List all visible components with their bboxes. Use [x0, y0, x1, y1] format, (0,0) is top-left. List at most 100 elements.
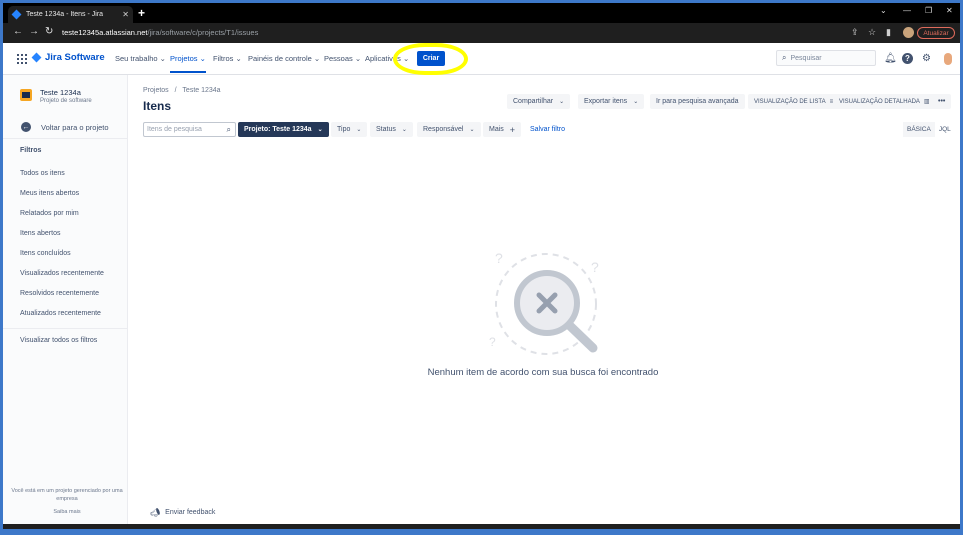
update-button[interactable]: Atualizar — [917, 27, 955, 39]
search-icon: ⌕ — [782, 53, 787, 62]
search-mode-toggle: BÁSICA JQL — [903, 122, 955, 137]
page-title: Itens — [143, 99, 172, 113]
detail-view-icon: ▥ — [923, 99, 930, 105]
empty-state-message: Nenhum item de acordo com sua busca foi … — [427, 367, 659, 378]
nav-projects[interactable]: Projetos ⌄ — [170, 54, 206, 63]
divider — [3, 328, 127, 329]
share-button[interactable]: Compartilhar ⌄ — [507, 94, 571, 109]
export-issues-button[interactable]: Exportar itens ⌄ — [578, 94, 645, 109]
url-path: /jira/software/c/projects/T1/issues — [147, 28, 259, 37]
svg-text:?: ? — [489, 335, 496, 349]
learn-more-link[interactable]: Saiba mais — [8, 508, 126, 516]
issue-search-input[interactable]: Itens de pesquisa ⌕ — [143, 122, 236, 137]
jira-favicon-icon — [11, 9, 22, 20]
notifications-icon[interactable]: 🔔︎ — [884, 53, 897, 64]
tab-title: Teste 1234a - Itens - Jira — [26, 11, 104, 18]
new-tab-icon[interactable]: + — [138, 6, 145, 20]
nav-filters[interactable]: Filtros ⌄ — [213, 54, 242, 63]
back-to-project-link[interactable]: ← Voltar para o projeto — [21, 122, 109, 132]
taskbar-strip — [3, 524, 960, 529]
sidebar-item-done[interactable]: Itens concluídos — [20, 250, 71, 257]
filters-heading: Filtros — [20, 147, 42, 154]
search-icon: ⌕ — [226, 125, 231, 134]
chevron-down-icon: ⌄ — [356, 127, 362, 133]
profile-avatar[interactable] — [903, 27, 914, 38]
nav-your-work[interactable]: Seu trabalho ⌄ — [115, 54, 166, 63]
jira-logo-icon — [31, 52, 42, 63]
close-tab-icon[interactable]: ✕ — [122, 10, 129, 19]
search-placeholder: Pesquisar — [790, 54, 822, 62]
sidebar-item-reported-by-me[interactable]: Relatados por mim — [20, 210, 79, 217]
detail-view-button[interactable]: VISUALIZAÇÃO DETALHADA ▥ — [833, 94, 936, 109]
highlight-annotation — [393, 43, 468, 75]
jql-mode-button[interactable]: JQL — [934, 122, 955, 137]
nav-dashboards[interactable]: Painéis de controle ⌄ — [248, 54, 320, 63]
jira-top-nav: Jira Software Seu trabalho ⌄ Projetos ⌄ … — [3, 43, 960, 75]
url-field[interactable]: teste12345a.atlassian.net/jira/software/… — [62, 28, 258, 37]
list-view-button[interactable]: VISUALIZAÇÃO DE LISTA ≡ — [748, 94, 840, 109]
maximize-icon[interactable]: ❐ — [925, 6, 932, 15]
save-filter-link[interactable]: Salvar filtro — [530, 122, 565, 137]
close-window-icon[interactable]: ✕ — [946, 6, 953, 15]
sidepanel-icon[interactable]: ▮ — [886, 27, 891, 38]
advanced-search-button[interactable]: Ir para pesquisa avançada — [650, 94, 745, 109]
forward-icon[interactable]: → — [29, 26, 39, 37]
settings-gear-icon[interactable]: ⚙ — [922, 53, 931, 64]
sidebar-item-my-open[interactable]: Meus itens abertos — [20, 190, 79, 197]
star-icon[interactable]: ☆ — [868, 27, 876, 38]
sidebar-item-open[interactable]: Itens abertos — [20, 230, 60, 237]
arrow-left-icon: ← — [21, 122, 31, 132]
chevron-down-icon: ⌄ — [401, 127, 407, 133]
minimize-icon[interactable]: — — [903, 6, 911, 15]
issue-search-placeholder: Itens de pesquisa — [147, 126, 202, 133]
tab-bar: Teste 1234a - Itens - Jira ✕ + ⌄ — ❐ ✕ — [3, 3, 960, 23]
browser-tab[interactable]: Teste 1234a - Itens - Jira ✕ — [8, 6, 133, 23]
project-filter-button[interactable]: Projeto: Teste 1234a ⌄ — [238, 122, 329, 137]
back-label: Voltar para o projeto — [41, 122, 109, 132]
feedback-button[interactable]: 📣︎ Enviar feedback — [150, 508, 215, 517]
megaphone-icon: 📣︎ — [150, 508, 161, 517]
active-nav-indicator — [170, 71, 206, 73]
chevron-down-icon: ⌄ — [633, 99, 639, 105]
view-all-filters-link[interactable]: Visualizar todos os filtros — [20, 337, 97, 344]
breadcrumb-projects[interactable]: Projetos — [143, 87, 169, 94]
share-icon[interactable]: ⇪ — [851, 27, 859, 38]
plus-icon: + — [509, 124, 516, 135]
type-filter-button[interactable]: Tipo ⌄ — [331, 122, 368, 137]
nav-people[interactable]: Pessoas ⌄ — [324, 54, 361, 63]
sidebar-item-viewed-recently[interactable]: Visualizados recentemente — [20, 270, 104, 277]
project-name: Teste 1234a — [40, 88, 81, 97]
chevron-down-icon: ⌄ — [469, 127, 475, 133]
no-results-illustration: ? ? ? — [489, 250, 599, 355]
feedback-label: Enviar feedback — [165, 509, 216, 516]
project-avatar — [20, 89, 32, 101]
app-switcher-icon[interactable] — [17, 54, 27, 64]
project-sidebar: Teste 1234a Projeto de software ← Voltar… — [3, 75, 128, 529]
logo-text: Jira Software — [45, 52, 105, 63]
more-actions-button[interactable]: ••• — [932, 94, 952, 109]
user-avatar[interactable] — [944, 53, 952, 65]
reload-icon[interactable]: ↻ — [45, 26, 53, 37]
breadcrumb-project[interactable]: Teste 1234a — [182, 87, 220, 94]
sidebar-item-updated-recently[interactable]: Atualizados recentemente — [20, 310, 101, 317]
managed-project-note: Você está em um projeto gerenciado por u… — [11, 488, 123, 502]
chevron-down-icon: ⌄ — [559, 99, 565, 105]
browser-window: Teste 1234a - Itens - Jira ✕ + ⌄ — ❐ ✕ ←… — [3, 3, 960, 529]
search-input[interactable]: ⌕ Pesquisar — [776, 50, 876, 66]
status-filter-button[interactable]: Status ⌄ — [370, 122, 413, 137]
help-icon[interactable]: ? — [902, 53, 913, 64]
svg-text:?: ? — [495, 250, 503, 266]
more-filters-button[interactable]: Mais + — [483, 122, 522, 137]
chevron-down-icon: ⌄ — [317, 127, 323, 133]
jira-logo[interactable]: Jira Software — [31, 52, 105, 63]
sidebar-item-resolved-recently[interactable]: Resolvidos recentemente — [20, 290, 99, 297]
back-icon[interactable]: ← — [13, 26, 23, 37]
svg-text:?: ? — [591, 259, 599, 275]
sidebar-item-all-issues[interactable]: Todos os itens — [20, 170, 65, 177]
basic-mode-button[interactable]: BÁSICA — [903, 122, 935, 137]
assignee-filter-button[interactable]: Responsável ⌄ — [417, 122, 481, 137]
divider — [3, 138, 127, 139]
address-bar: ← → ↻ teste12345a.atlassian.net/jira/sof… — [3, 23, 960, 43]
chevron-down-icon[interactable]: ⌄ — [880, 6, 887, 15]
breadcrumb-separator: / — [174, 87, 177, 94]
